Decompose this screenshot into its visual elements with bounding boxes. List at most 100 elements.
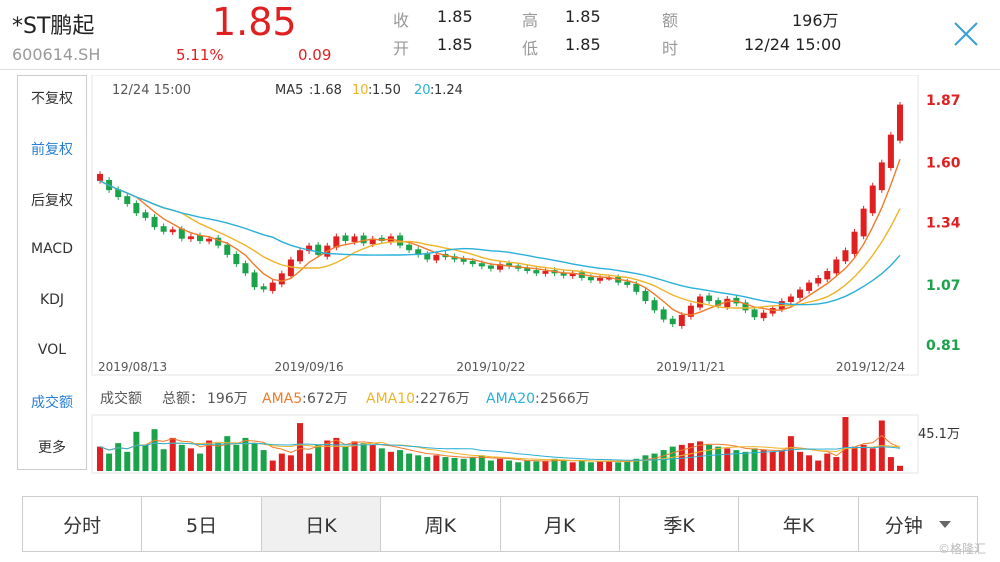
ma5-label: MA5 bbox=[275, 83, 303, 98]
candle-body bbox=[406, 244, 413, 251]
change-amount: 0.09 bbox=[298, 46, 332, 64]
volume-bar bbox=[660, 450, 667, 471]
tab-quarterly-k[interactable]: 季K bbox=[619, 497, 740, 551]
ma20-label: 20 bbox=[414, 83, 431, 98]
volume-bar bbox=[378, 448, 385, 471]
tab-yearly-k[interactable]: 年K bbox=[739, 497, 859, 551]
volume-bar bbox=[597, 461, 603, 471]
quote-label-high: 高 bbox=[522, 11, 539, 30]
tab-weekly-k[interactable]: 周K bbox=[381, 497, 501, 551]
volume-bar bbox=[497, 458, 503, 471]
tab-label: 季K bbox=[663, 514, 695, 537]
candle-body bbox=[824, 271, 831, 280]
ama10-value: 2276万 bbox=[420, 391, 470, 407]
volume-bar bbox=[187, 448, 194, 471]
sidebar-item-kdj[interactable]: KDJ bbox=[18, 292, 86, 308]
volume-bar bbox=[278, 453, 285, 471]
sidebar-item-more[interactable]: 更多 bbox=[18, 437, 86, 457]
sidebar-item-macd[interactable]: MACD bbox=[18, 241, 86, 257]
candle-body bbox=[878, 162, 885, 191]
close-icon[interactable] bbox=[950, 18, 982, 50]
sidebar-item-turnover[interactable]: 成交额 bbox=[18, 392, 86, 412]
candle-body bbox=[278, 273, 285, 285]
volume-bar bbox=[487, 460, 494, 471]
quote-value-low: 1.85 bbox=[565, 35, 601, 54]
chart-info-time: 12/24 15:00 bbox=[112, 83, 191, 98]
tab-intraday[interactable]: 分时 bbox=[23, 497, 143, 551]
volume-bar bbox=[406, 453, 413, 471]
kline-chart[interactable]: 12/24 15:00 MA5 : 1.68 10 : 1.50 20 : 1.… bbox=[90, 75, 1000, 475]
volume-bar bbox=[315, 444, 322, 471]
period-tabbar: 分时 5日 日K 周K 月K 季K 年K 分钟 bbox=[22, 496, 978, 552]
candle-body bbox=[897, 104, 903, 141]
volume-bar bbox=[797, 451, 803, 471]
candle-body bbox=[433, 254, 440, 261]
volume-bar bbox=[160, 449, 167, 471]
x-tick-label: 2019/11/21 bbox=[656, 360, 725, 374]
volume-bar bbox=[342, 446, 349, 471]
tab-5day[interactable]: 5日 bbox=[142, 497, 262, 551]
quote-value-open: 1.85 bbox=[437, 35, 473, 54]
ama5-label: AMA5 bbox=[262, 391, 302, 407]
volume-bar bbox=[151, 429, 158, 471]
stock-code: 600614.SH bbox=[12, 45, 101, 64]
quote-label-amount: 额 bbox=[662, 11, 679, 30]
ma10-value: 1.50 bbox=[372, 83, 401, 98]
stock-name: *ST鹏起 bbox=[12, 14, 95, 39]
indicator-sidebar: 不复权 前复权 后复权 MACD KDJ VOL 成交额 更多 bbox=[17, 75, 87, 470]
candle-body bbox=[851, 231, 858, 254]
volume-bar bbox=[433, 455, 440, 471]
candle-body bbox=[315, 244, 322, 255]
volume-bar bbox=[387, 451, 394, 471]
quote-value-high: 1.85 bbox=[565, 7, 601, 26]
candle-body bbox=[806, 282, 813, 291]
volume-bar bbox=[615, 462, 622, 471]
candle-body bbox=[224, 244, 231, 255]
volume-bar bbox=[751, 448, 758, 471]
candle-body bbox=[469, 260, 476, 265]
x-tick-label: 2019/09/16 bbox=[275, 360, 344, 374]
tab-monthly-k[interactable]: 月K bbox=[500, 497, 620, 551]
volume-bar bbox=[469, 457, 476, 471]
volume-bar bbox=[569, 462, 576, 471]
volume-bar bbox=[124, 451, 131, 471]
ma5-line bbox=[99, 158, 901, 316]
candle-body bbox=[169, 229, 176, 233]
volume-bar bbox=[860, 444, 867, 471]
volume-bar bbox=[769, 451, 776, 471]
sidebar-item-no-adjust[interactable]: 不复权 bbox=[18, 88, 86, 108]
volume-bar bbox=[706, 444, 713, 471]
volume-bar bbox=[560, 460, 567, 471]
candle-body bbox=[351, 236, 358, 242]
sidebar-item-vol[interactable]: VOL bbox=[18, 342, 86, 358]
watermark: ©格隆汇 bbox=[938, 542, 987, 556]
volume-bar bbox=[824, 453, 831, 471]
volume-bar bbox=[642, 455, 649, 471]
candle-body bbox=[887, 134, 894, 168]
volume-bar bbox=[869, 448, 876, 471]
volume-bar bbox=[242, 437, 249, 471]
tab-daily-k[interactable]: 日K bbox=[261, 497, 382, 551]
y-tick-label: 0.81 bbox=[926, 338, 961, 354]
tab-label: 分时 bbox=[63, 514, 102, 537]
sidebar-item-forward-adjust[interactable]: 前复权 bbox=[18, 139, 86, 159]
candle-body bbox=[206, 238, 213, 242]
volume-bar bbox=[260, 450, 267, 471]
turnover-total-label: 总额： bbox=[162, 391, 204, 407]
tab-label: 分钟 bbox=[884, 514, 923, 537]
candle-body bbox=[597, 277, 603, 281]
candle-body bbox=[842, 250, 849, 262]
volume-bar bbox=[587, 462, 594, 471]
candle-body bbox=[187, 236, 194, 240]
x-tick-label: 2019/10/22 bbox=[456, 360, 525, 374]
volume-bar bbox=[506, 460, 513, 471]
candle-body bbox=[678, 314, 685, 327]
volume-bar bbox=[287, 455, 294, 471]
tab-label: 年K bbox=[782, 514, 815, 537]
turnover-total-value: 196万 bbox=[207, 391, 248, 407]
sidebar-item-backward-adjust[interactable]: 后复权 bbox=[18, 190, 86, 210]
y-tick-label: 1.34 bbox=[926, 216, 961, 232]
caret-down-icon bbox=[938, 520, 951, 528]
volume-bar bbox=[451, 457, 458, 471]
volume-bar bbox=[833, 457, 840, 471]
